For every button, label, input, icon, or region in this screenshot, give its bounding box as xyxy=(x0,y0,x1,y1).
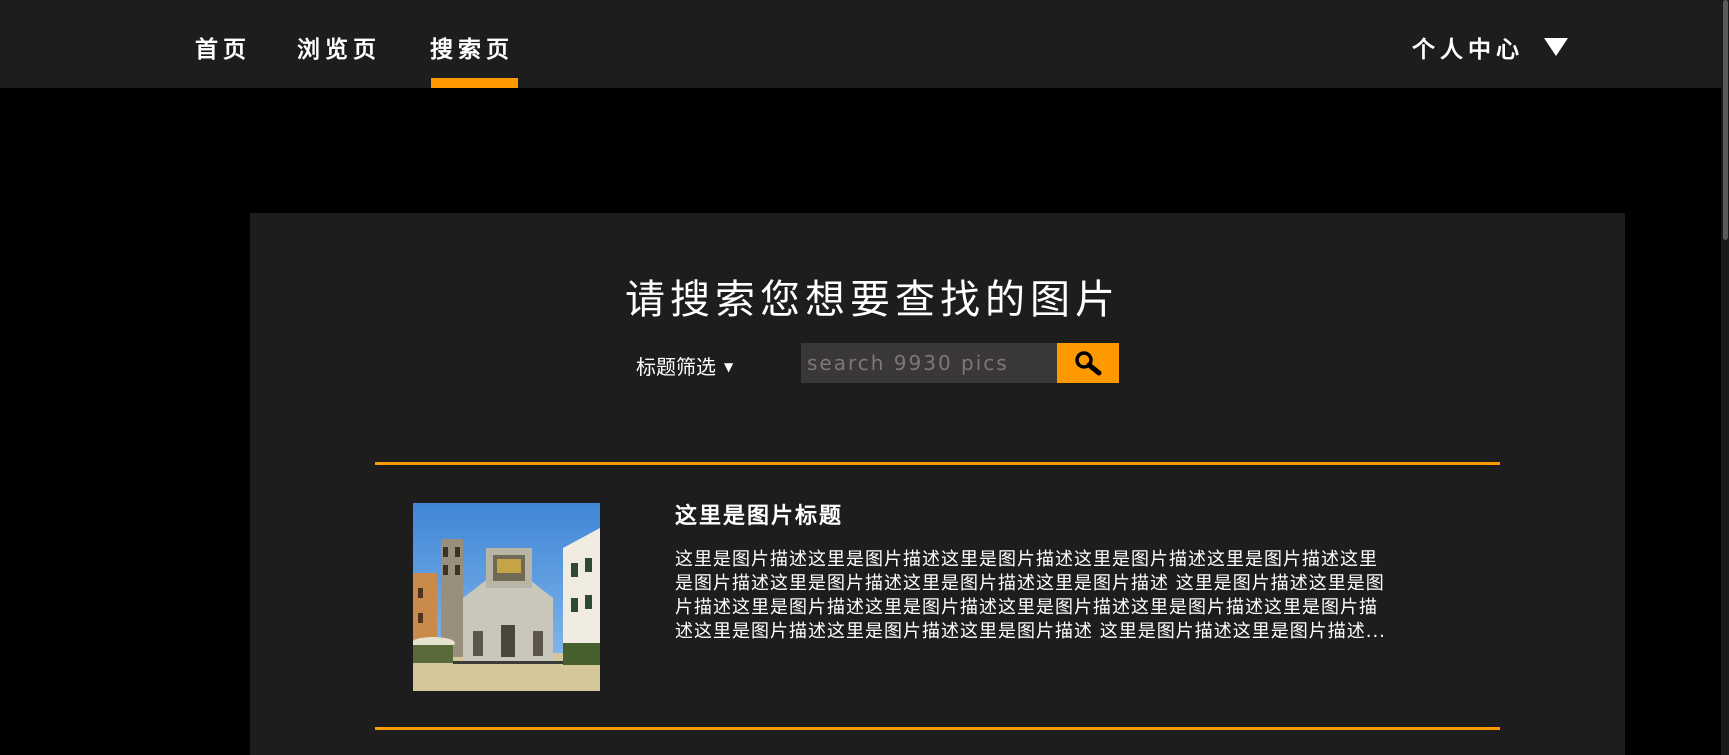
description-line: 这里是图片描述这里是图片描述这里是图片描述这里是图片描述这里是图片描述这里 xyxy=(675,549,1378,570)
title-filter-dropdown[interactable]: 标题筛选 ▼ xyxy=(636,351,733,380)
result-divider xyxy=(375,727,1500,730)
description-line: 述这里是图片描述这里是图片描述这里是图片描述 这里是图片描述这里是图片描述... xyxy=(675,621,1386,642)
description-line: 是图片描述这里是图片描述这里是图片描述这里是图片描述 这里是图片描述这里是图 xyxy=(675,573,1385,594)
search-icon xyxy=(1075,351,1102,376)
church-photo xyxy=(413,503,600,691)
active-tab-indicator xyxy=(431,78,518,88)
search-button[interactable] xyxy=(1057,343,1119,383)
description-line: 片描述这里是图片描述这里是图片描述这里是图片描述这里是图片描述这里是图片描 xyxy=(675,597,1378,618)
search-heading: 请搜索您想要查找的图片 xyxy=(625,277,1120,323)
result-description: 这里是图片描述这里是图片描述这里是图片描述这里是图片描述这里是图片描述这里 是图… xyxy=(675,548,1460,644)
user-center-menu[interactable]: 个人中心 xyxy=(1412,30,1524,64)
caret-down-icon: ▼ xyxy=(724,360,734,374)
result-title[interactable]: 这里是图片标题 xyxy=(675,498,843,530)
top-navbar: 首页 浏览页 搜索页 个人中心 xyxy=(0,0,1729,88)
search-input[interactable] xyxy=(801,343,1058,383)
search-panel: 请搜索您想要查找的图片 标题筛选 ▼ search 9930 pics 这里是图… xyxy=(250,213,1625,755)
filter-label: 标题筛选 xyxy=(636,355,716,379)
nav-search-link[interactable]: 搜索页 xyxy=(430,30,514,64)
scrollbar-thumb[interactable] xyxy=(1723,0,1728,240)
result-thumbnail[interactable] xyxy=(413,503,600,691)
nav-browse-link[interactable]: 浏览页 xyxy=(297,30,381,64)
nav-home-link[interactable]: 首页 xyxy=(195,30,251,64)
result-divider xyxy=(375,462,1500,465)
caret-down-icon[interactable] xyxy=(1544,38,1568,56)
